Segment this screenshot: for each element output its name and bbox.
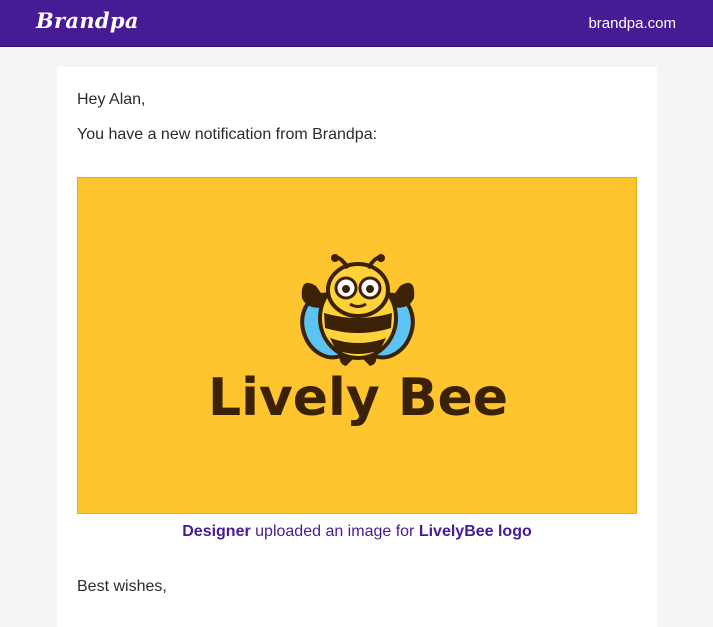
site-link[interactable]: brandpa.com <box>588 15 676 32</box>
signoff-text: Best wishes, <box>77 578 167 595</box>
email-card: Hey Alan, You have a new notification fr… <box>57 67 657 627</box>
intro-text: You have a new notification from Brandpa… <box>77 126 378 143</box>
caption-actor: Designer <box>182 523 251 540</box>
bee-mascot-icon <box>300 254 415 366</box>
notification-caption: Designer uploaded an image for LivelyBee… <box>57 523 657 541</box>
notification-image[interactable]: Lively Bee <box>77 177 637 514</box>
lively-bee-logo: Lively Bee <box>208 254 508 428</box>
caption-target-link[interactable]: LivelyBee logo <box>419 523 532 540</box>
logo-wordmark: Lively Bee <box>208 368 508 428</box>
email-header: Brandpa brandpa.com <box>0 0 713 47</box>
greeting-text: Hey Alan, <box>77 91 146 108</box>
brand-logo[interactable]: Brandpa <box>36 8 139 33</box>
caption-action: uploaded an image for <box>250 523 419 540</box>
